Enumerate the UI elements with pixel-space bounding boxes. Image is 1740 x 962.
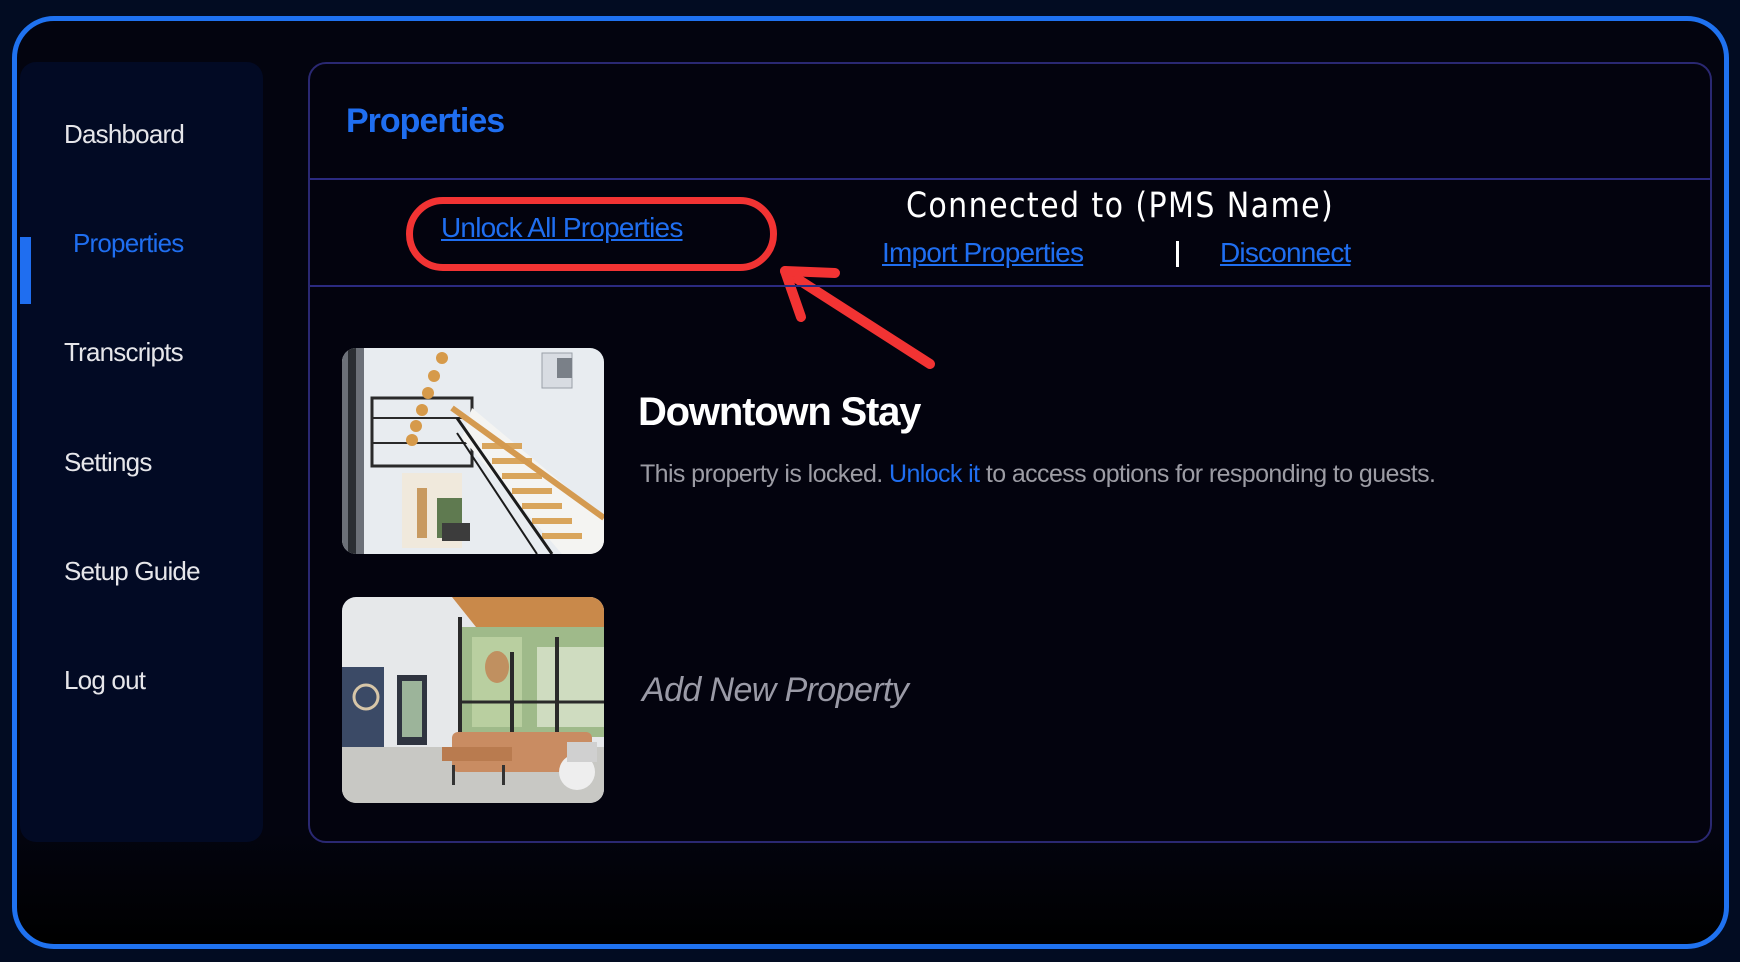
- property-thumbnail[interactable]: [342, 348, 604, 554]
- sidebar-item-dashboard[interactable]: Dashboard: [64, 114, 185, 154]
- living-room-interior-image: [342, 597, 604, 803]
- staircase-interior-image: [342, 348, 604, 554]
- add-property-thumbnail[interactable]: [342, 597, 604, 803]
- property-lock-status: This property is locked. Unlock it to ac…: [640, 460, 1436, 489]
- connection-status: Connected to (PMS Name): [906, 186, 1335, 226]
- sidebar-item-settings[interactable]: Settings: [64, 442, 152, 482]
- import-properties-link[interactable]: Import Properties: [882, 237, 1084, 269]
- add-new-property-item[interactable]: Add New Property: [342, 597, 1682, 803]
- lock-status-prefix: This property is locked.: [640, 460, 883, 488]
- toolbar-divider: [310, 285, 1710, 287]
- page-title: Properties: [346, 102, 505, 140]
- properties-panel: Properties Unlock All Properties Connect…: [308, 62, 1712, 843]
- sidebar-item-properties[interactable]: Properties: [73, 223, 184, 263]
- unlock-property-link[interactable]: Unlock it: [889, 460, 980, 488]
- sidebar-item-transcripts[interactable]: Transcripts: [64, 332, 184, 372]
- active-nav-indicator: [20, 237, 31, 304]
- property-name[interactable]: Downtown Stay: [638, 390, 921, 435]
- disconnect-link[interactable]: Disconnect: [1220, 237, 1351, 269]
- sidebar-item-setup-guide[interactable]: Setup Guide: [64, 551, 201, 591]
- sidebar-item-log-out[interactable]: Log out: [64, 660, 146, 700]
- property-list-item[interactable]: Downtown Stay This property is locked. U…: [342, 348, 1682, 554]
- add-new-property-link[interactable]: Add New Property: [642, 671, 909, 710]
- arrow-head: [780, 266, 840, 322]
- unlock-all-properties-link[interactable]: Unlock All Properties: [441, 212, 683, 244]
- header-divider: [310, 178, 1710, 180]
- link-separator: [1176, 241, 1179, 267]
- sidebar: Dashboard Properties Transcripts Setting…: [20, 62, 263, 842]
- lock-status-suffix: to access options for responding to gues…: [985, 460, 1436, 488]
